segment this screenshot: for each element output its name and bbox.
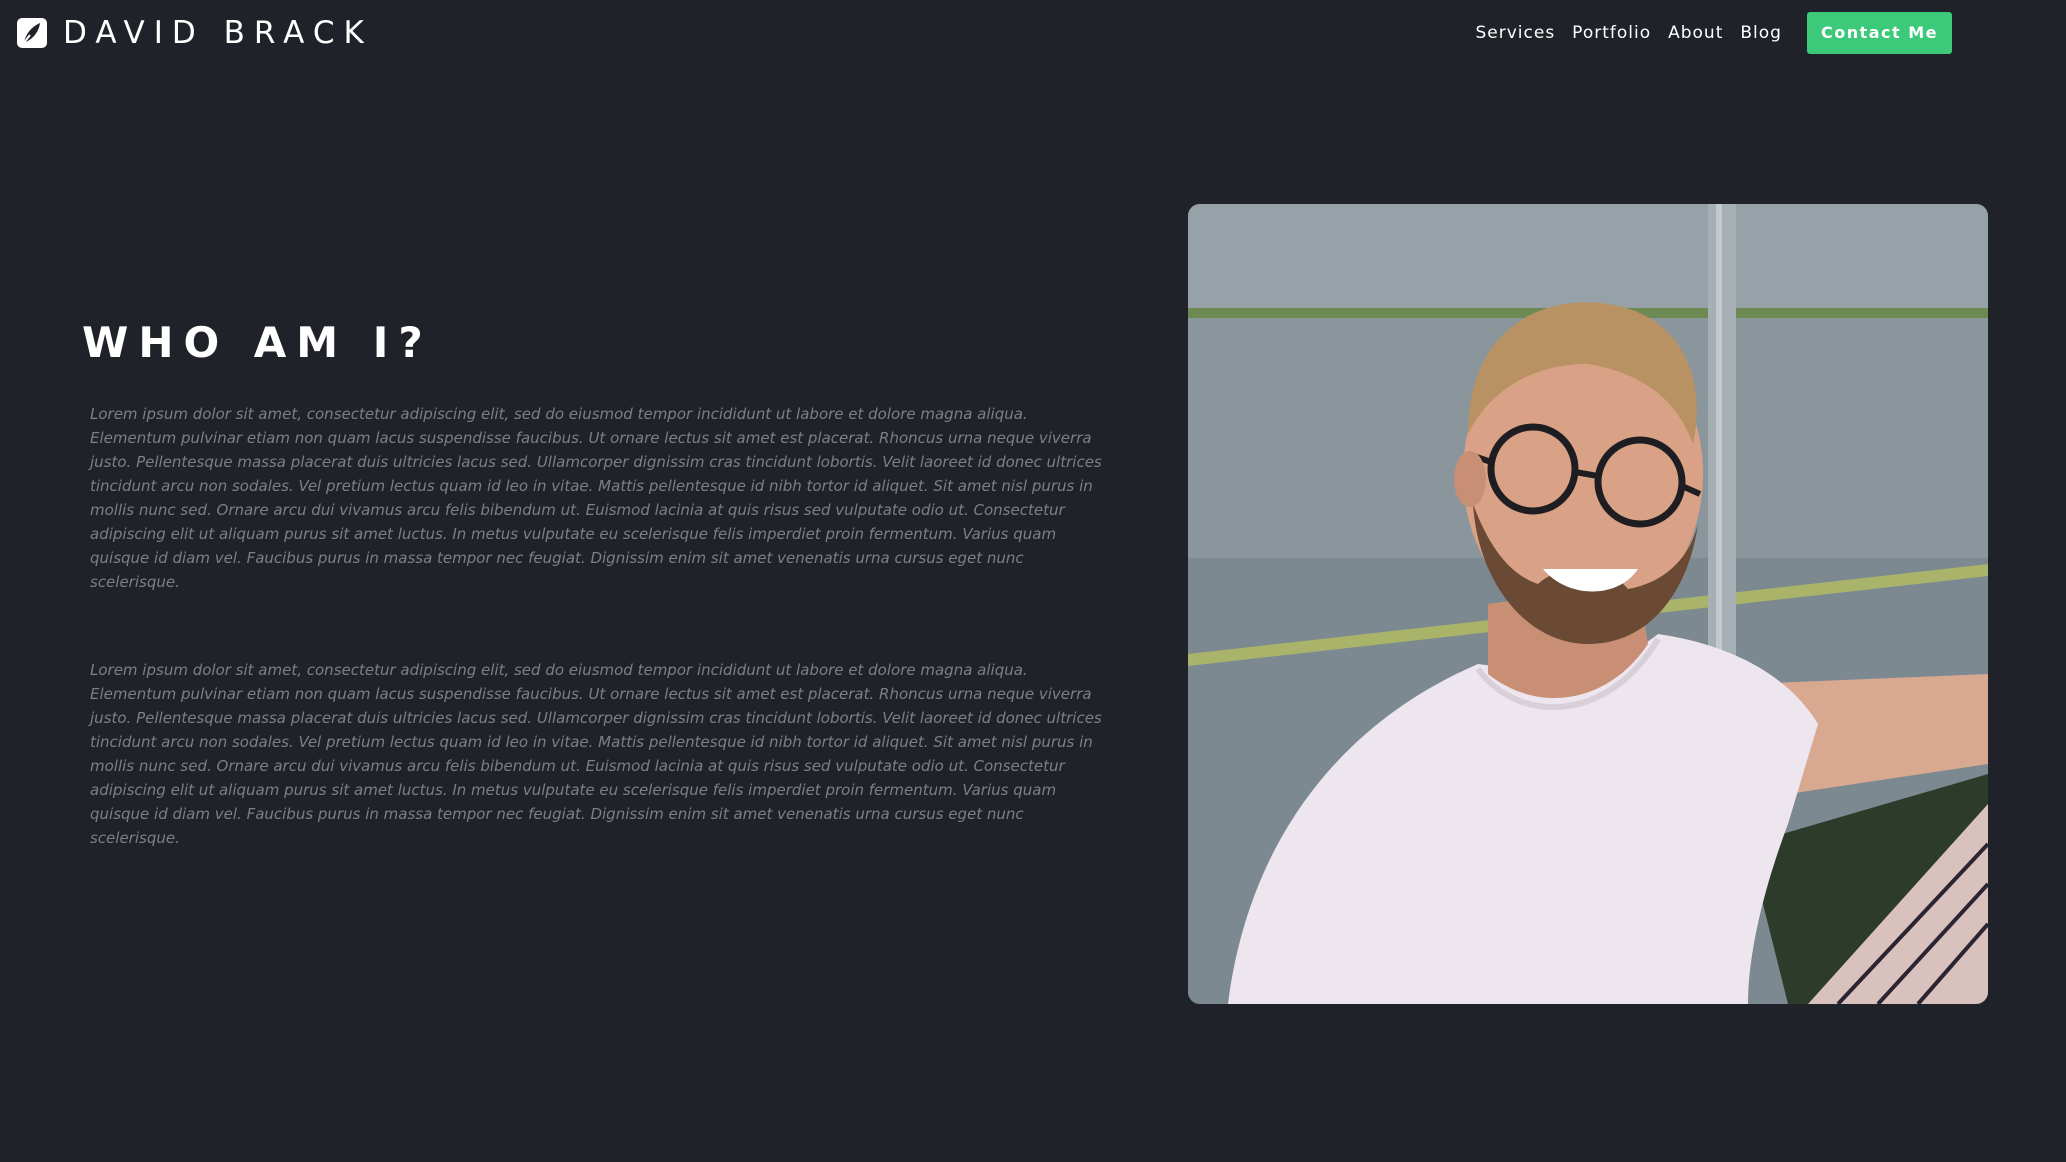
about-paragraph-2: Lorem ipsum dolor sit amet, consectetur …	[90, 661, 1102, 847]
feather-icon	[17, 18, 47, 48]
brand-logo-link[interactable]: DAVID BRACK	[17, 13, 373, 53]
nav-link-blog[interactable]: Blog	[1740, 12, 1782, 54]
nav-link-about[interactable]: About	[1668, 12, 1723, 54]
nav-link-services[interactable]: Services	[1475, 12, 1555, 54]
brand-name: DAVID BRACK	[63, 15, 373, 51]
contact-me-button[interactable]: Contact Me	[1806, 12, 1952, 54]
nav-link-portfolio[interactable]: Portfolio	[1572, 12, 1651, 54]
profile-photo-illustration	[1188, 204, 1988, 1004]
about-paragraph-1: Lorem ipsum dolor sit amet, consectetur …	[90, 405, 1102, 591]
navbar: DAVID BRACK Services Portfolio About Blo…	[0, 0, 2066, 68]
profile-photo	[1188, 204, 1988, 1004]
page: DAVID BRACK Services Portfolio About Blo…	[0, 0, 2066, 1162]
section-heading: WHO AM I?	[82, 318, 433, 367]
main-nav: Services Portfolio About Blog Contact Me	[1475, 12, 1952, 54]
